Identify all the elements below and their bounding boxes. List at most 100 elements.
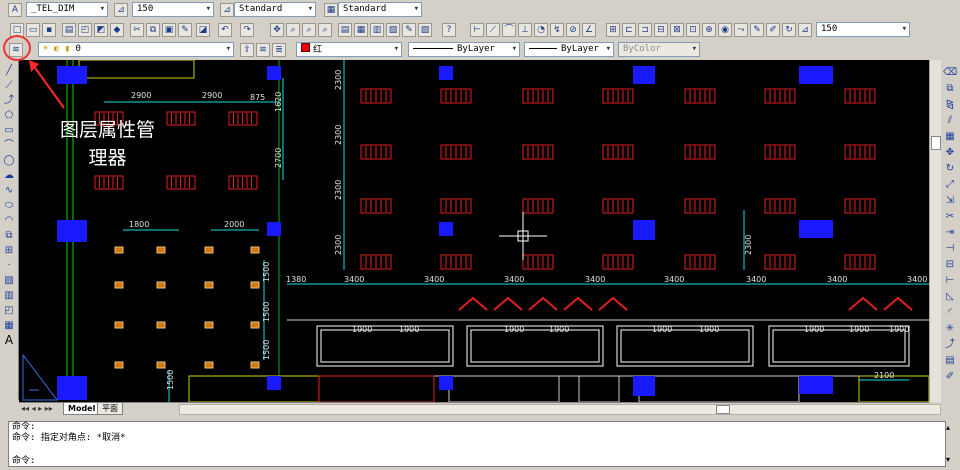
properties-icon[interactable]: ▤ — [338, 23, 352, 37]
text-style-icon[interactable]: A — [8, 3, 22, 17]
tab-nav-arrows[interactable]: ◂◂ ◂ ▸ ▸▸ — [21, 403, 53, 414]
dim-edit-icon[interactable]: ✎ — [750, 23, 764, 37]
dim-linear-icon[interactable]: ⊢ — [470, 23, 484, 37]
jogged-linear-icon[interactable]: ⤳ — [734, 23, 748, 37]
ellipse-icon[interactable]: ⬭ — [2, 199, 16, 212]
line-icon[interactable]: ╱ — [2, 64, 16, 77]
circle-icon[interactable]: ◯ — [2, 154, 16, 167]
command-history[interactable]: 命令: 命令: 指定对角点: *取消* 命令: — [8, 421, 946, 467]
drawing-canvas[interactable]: 2900 2900 875 1800 2000 1380 3400 3400 3… — [19, 60, 929, 402]
open-file-icon[interactable]: ▭ — [26, 23, 40, 37]
scroll-thumb[interactable] — [931, 136, 941, 150]
extend-icon[interactable]: ⇥ — [943, 226, 957, 239]
tolerance-icon[interactable]: ⊡ — [686, 23, 700, 37]
lineweight-dropdown[interactable]: ByLayer — [524, 42, 614, 57]
fillet-icon[interactable]: ◜ — [943, 306, 957, 319]
spline-icon[interactable]: ∿ — [2, 184, 16, 197]
command-scroll-up-icon[interactable]: ▴ — [946, 423, 950, 432]
center-mark-icon[interactable]: ⊕ — [702, 23, 716, 37]
join-icon[interactable]: ⊢ — [943, 274, 957, 287]
hscroll-thumb[interactable] — [716, 405, 730, 414]
point-icon[interactable]: · — [2, 259, 16, 272]
quick-dim-icon[interactable]: ⊞ — [606, 23, 620, 37]
tab-layout-plan[interactable]: 平面 — [97, 403, 123, 415]
dim-angular-icon[interactable]: ∠ — [582, 23, 596, 37]
layer-dropdown[interactable]: ☀ ◐ ▮ 0 — [38, 42, 234, 57]
horizontal-scrollbar[interactable] — [179, 404, 941, 415]
move-icon[interactable]: ✥ — [943, 146, 957, 159]
table-icon[interactable]: ▦ — [2, 319, 16, 332]
chamfer-icon[interactable]: ◺ — [943, 290, 957, 303]
paste-icon[interactable]: ▣ — [162, 23, 176, 37]
dim-space-icon[interactable]: ⊟ — [654, 23, 668, 37]
stretch-icon[interactable]: ⇲ — [943, 194, 957, 207]
mirror-icon[interactable]: ⧎ — [943, 98, 957, 111]
trim-icon[interactable]: ✂ — [943, 210, 957, 223]
layer-previous-icon[interactable]: ≋ — [256, 43, 270, 57]
region-icon[interactable]: ◰ — [2, 304, 16, 317]
color-dropdown[interactable]: 红 — [296, 42, 402, 57]
dim-radius-icon[interactable]: ◔ — [534, 23, 548, 37]
make-layer-current-icon[interactable]: ⇪ — [240, 43, 254, 57]
sheet-set-icon[interactable]: ▧ — [386, 23, 400, 37]
block-editor-icon[interactable]: ◪ — [196, 23, 210, 37]
gradient-icon[interactable]: ▥ — [2, 289, 16, 302]
zoom-previous-icon[interactable]: ⌕ — [318, 23, 332, 37]
dim-jogged-icon[interactable]: ↯ — [550, 23, 564, 37]
save-icon[interactable]: ▪ — [42, 23, 56, 37]
revision-cloud-icon[interactable]: ☁ — [2, 169, 16, 182]
markup-icon[interactable]: ✎ — [402, 23, 416, 37]
dim-break-icon[interactable]: ⊠ — [670, 23, 684, 37]
insert-block-icon[interactable]: ⧉ — [2, 229, 16, 242]
plot-preview-icon[interactable]: ◰ — [78, 23, 92, 37]
edit-text-icon[interactable]: ✐ — [943, 370, 957, 383]
dim-text-edit-icon[interactable]: ✐ — [766, 23, 780, 37]
break-at-point-icon[interactable]: ⊣ — [943, 242, 957, 255]
command-prompt[interactable]: 命令: — [9, 456, 945, 467]
erase-icon[interactable]: ⌫ — [943, 66, 957, 79]
ellipse-arc-icon[interactable]: ◠ — [2, 214, 16, 227]
publish-icon[interactable]: ◩ — [94, 23, 108, 37]
edit-polyline-icon[interactable]: ⤴ — [943, 338, 957, 351]
polygon-icon[interactable]: ⬠ — [2, 109, 16, 122]
rotate-icon[interactable]: ↻ — [943, 162, 957, 175]
tool-palettes-icon[interactable]: ▥ — [370, 23, 384, 37]
design-center-icon[interactable]: ▦ — [354, 23, 368, 37]
plot-icon[interactable]: ▤ — [62, 23, 76, 37]
dim-ordinate-icon[interactable]: ⊥ — [518, 23, 532, 37]
zoom-window-icon[interactable]: ⌕ — [302, 23, 316, 37]
pan-icon[interactable]: ✥ — [270, 23, 284, 37]
text-style-dropdown[interactable]: _TEL_DIM — [26, 2, 108, 17]
tab-model[interactable]: Model — [63, 403, 101, 415]
calculator-icon[interactable]: ▨ — [418, 23, 432, 37]
undo-icon[interactable]: ↶ — [218, 23, 232, 37]
3d-dwf-icon[interactable]: ◆ — [110, 23, 124, 37]
construction-line-icon[interactable]: ⟋ — [2, 79, 16, 92]
dim-diameter-icon[interactable]: ⊘ — [566, 23, 580, 37]
dimension-style-dropdown[interactable]: Standard — [234, 2, 316, 17]
multiline-text-icon[interactable]: A — [2, 334, 16, 347]
dim-scale-dropdown[interactable]: 150 — [132, 2, 214, 17]
make-block-icon[interactable]: ⊞ — [2, 244, 16, 257]
dim-style-icon[interactable]: ⊿ — [114, 3, 128, 17]
dimension-style-icon[interactable]: ⊿ — [220, 3, 234, 17]
polyline-icon[interactable]: ⤴ — [2, 94, 16, 107]
rectangle-icon[interactable]: ▭ — [2, 124, 16, 137]
vertical-scrollbar[interactable] — [929, 60, 941, 402]
offset-icon[interactable]: ⫽ — [943, 114, 957, 127]
dim-continue-icon[interactable]: ⊐ — [638, 23, 652, 37]
inspect-icon[interactable]: ◉ — [718, 23, 732, 37]
zoom-realtime-icon[interactable]: ⌕ — [286, 23, 300, 37]
cut-icon[interactable]: ✂ — [130, 23, 144, 37]
dim-update-icon[interactable]: ↻ — [782, 23, 796, 37]
explode-icon[interactable]: ✳ — [943, 322, 957, 335]
array-icon[interactable]: ▦ — [943, 130, 957, 143]
command-scroll-down-icon[interactable]: ▾ — [946, 455, 950, 464]
dimscale-icon[interactable]: ⊿ — [798, 23, 812, 37]
redo-icon[interactable]: ↷ — [240, 23, 254, 37]
table-style-dropdown[interactable]: Standard — [338, 2, 422, 17]
layer-states-icon[interactable]: ≣ — [272, 43, 286, 57]
help-icon[interactable]: ? — [442, 23, 456, 37]
dim-aligned-icon[interactable]: ⟋ — [486, 23, 500, 37]
dim-arc-icon[interactable]: ⌒ — [502, 23, 516, 37]
